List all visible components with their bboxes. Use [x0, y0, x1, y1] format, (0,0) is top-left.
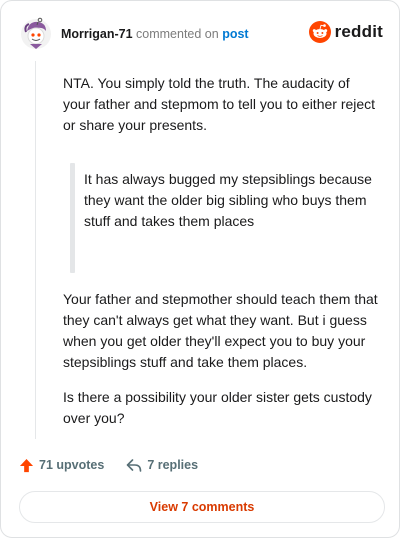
comment-actions: 71 upvotes 7 replies — [19, 455, 198, 475]
upvote-arrow-icon — [19, 458, 34, 472]
comment-action-text: commented on — [136, 27, 219, 41]
replies-button[interactable]: 7 replies — [126, 458, 198, 473]
upvote-count: 71 upvotes — [39, 458, 105, 472]
reddit-wordmark: reddit — [334, 22, 383, 41]
reply-arrow-icon — [127, 458, 142, 472]
quote-bar — [70, 163, 75, 273]
post-link[interactable]: post — [222, 27, 248, 41]
comment-paragraph-2: Your father and stepmother should teach … — [63, 291, 378, 370]
comment-header: Morrigan-71 commented on post reddit — [17, 17, 383, 53]
reddit-logo-icon — [308, 21, 331, 43]
reply-count: 7 replies — [147, 458, 199, 472]
blockquote: It has always bugged my stepsiblings bec… — [63, 163, 379, 273]
username-link[interactable]: Morrigan-71 — [61, 27, 133, 41]
avatar[interactable] — [19, 17, 53, 51]
comment-paragraph-1: NTA. You simply told the truth. The auda… — [63, 75, 376, 133]
reddit-brand[interactable]: reddit — [308, 21, 383, 43]
comment-card: Morrigan-71 commented on post reddit NTA… — [0, 0, 400, 538]
comment-meta: Morrigan-71 commented on post — [61, 27, 249, 41]
upvote-button[interactable]: 71 upvotes — [19, 458, 104, 473]
thread-line[interactable] — [35, 61, 36, 439]
quote-text: It has always bugged my stepsiblings bec… — [84, 171, 372, 229]
comment-paragraph-3: Is there a possibility your older sister… — [63, 389, 372, 426]
snoo-avatar-icon — [21, 17, 51, 49]
view-comments-button[interactable]: View 7 comments — [19, 491, 385, 523]
comment-body: NTA. You simply told the truth. The auda… — [63, 73, 379, 429]
